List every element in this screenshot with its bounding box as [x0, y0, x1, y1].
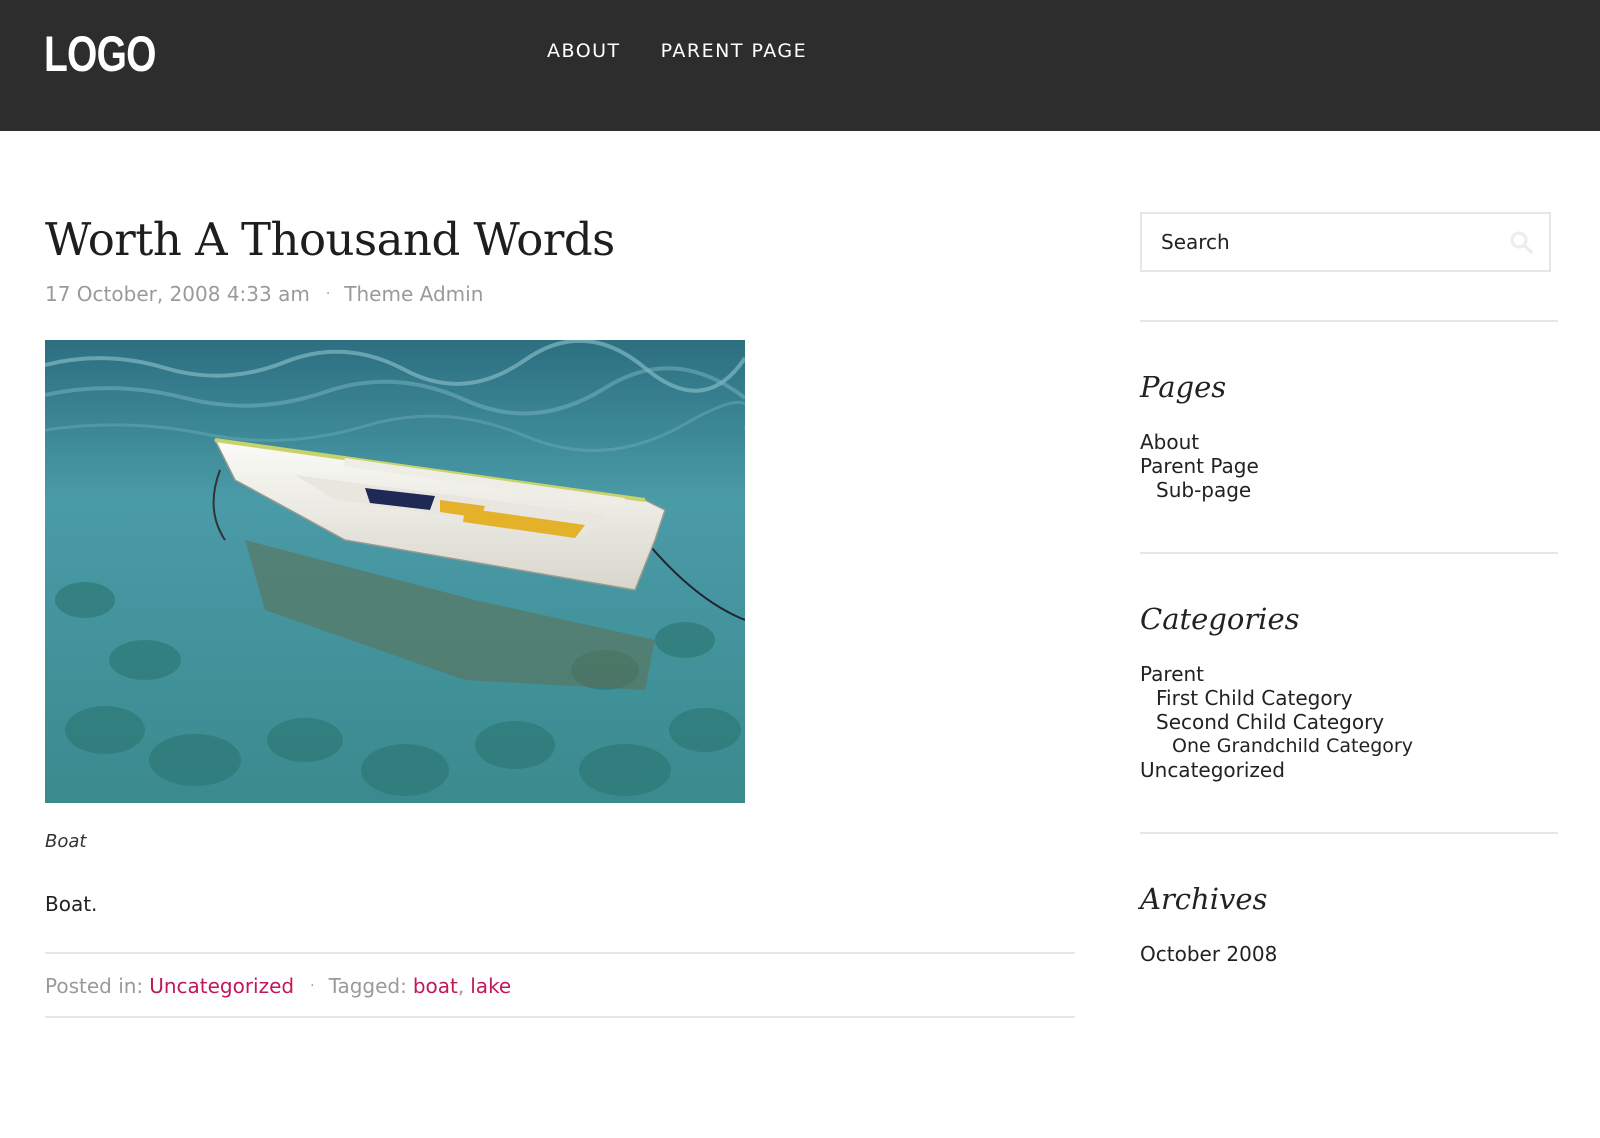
meta-separator: ·	[325, 286, 331, 302]
category-link-second-child[interactable]: Second Child Category	[1156, 710, 1384, 734]
list-item: About	[1140, 430, 1558, 454]
tag-link-boat[interactable]: boat	[413, 974, 458, 998]
post-article: Worth A Thousand Words 17 October, 2008 …	[45, 212, 1075, 1018]
category-link-parent[interactable]: Parent	[1140, 662, 1204, 686]
categories-widget-title: Categories	[1140, 602, 1300, 636]
category-link-grandchild[interactable]: One Grandchild Category	[1172, 735, 1413, 757]
category-link-uncategorized[interactable]: Uncategorized	[1140, 758, 1285, 782]
search-input[interactable]	[1142, 214, 1549, 270]
list-item: Parent Page	[1140, 454, 1558, 478]
post-body: Boat.	[45, 892, 98, 916]
category-link[interactable]: Uncategorized	[149, 974, 294, 998]
pages-list: About Parent Page Sub-page	[1140, 430, 1558, 502]
search-form	[1140, 212, 1551, 272]
list-item: Sub-page	[1140, 478, 1558, 502]
post-author[interactable]: Theme Admin	[344, 282, 483, 306]
archives-widget-title: Archives	[1140, 882, 1268, 916]
post-meta: 17 October, 2008 4:33 am · Theme Admin	[45, 282, 1075, 306]
search-icon[interactable]	[1509, 230, 1533, 254]
tag-link-lake[interactable]: lake	[470, 974, 511, 998]
image-caption: Boat	[45, 831, 87, 852]
list-item: Parent	[1140, 662, 1558, 686]
sidebar: Pages About Parent Page Sub-page Categor…	[1140, 212, 1558, 1016]
list-item: Uncategorized	[1140, 758, 1558, 782]
post-title[interactable]: Worth A Thousand Words	[45, 212, 1075, 268]
categories-list: Parent First Child Category Second Child…	[1140, 662, 1558, 782]
pages-widget: Pages About Parent Page Sub-page	[1140, 322, 1558, 552]
page-link-about[interactable]: About	[1140, 430, 1199, 454]
page-link-parent-page[interactable]: Parent Page	[1140, 454, 1259, 478]
post-footer: Posted in: Uncategorized · Tagged: boat …	[45, 952, 1075, 1018]
archives-list: October 2008	[1140, 942, 1558, 966]
categories-widget: Categories Parent First Child Category S…	[1140, 554, 1558, 832]
list-item: October 2008	[1140, 942, 1558, 966]
nav-item-parent-page[interactable]: PARENT PAGE	[661, 40, 807, 62]
list-item: First Child Category	[1140, 686, 1558, 710]
archives-widget: Archives October 2008	[1140, 834, 1558, 1016]
list-item: Second Child Category	[1140, 710, 1558, 734]
list-item: One Grandchild Category	[1140, 734, 1558, 758]
nav-item-about[interactable]: ABOUT	[547, 40, 621, 62]
category-link-first-child[interactable]: First Child Category	[1156, 686, 1353, 710]
main-nav: ABOUT PARENT PAGE	[547, 40, 807, 62]
archive-link-october-2008[interactable]: October 2008	[1140, 942, 1277, 966]
posted-in-label: Posted in:	[45, 974, 144, 998]
tag-separator: ,	[457, 974, 465, 998]
page-link-sub-page[interactable]: Sub-page	[1156, 478, 1251, 502]
pages-widget-title: Pages	[1140, 370, 1227, 404]
boat-image[interactable]	[45, 340, 745, 803]
site-header: LOGO ABOUT PARENT PAGE	[0, 0, 1600, 131]
tagged-label: Tagged:	[328, 974, 407, 998]
footer-separator: ·	[310, 978, 315, 994]
site-logo[interactable]: LOGO	[44, 26, 156, 82]
post-date[interactable]: 17 October, 2008 4:33 am	[45, 282, 310, 306]
